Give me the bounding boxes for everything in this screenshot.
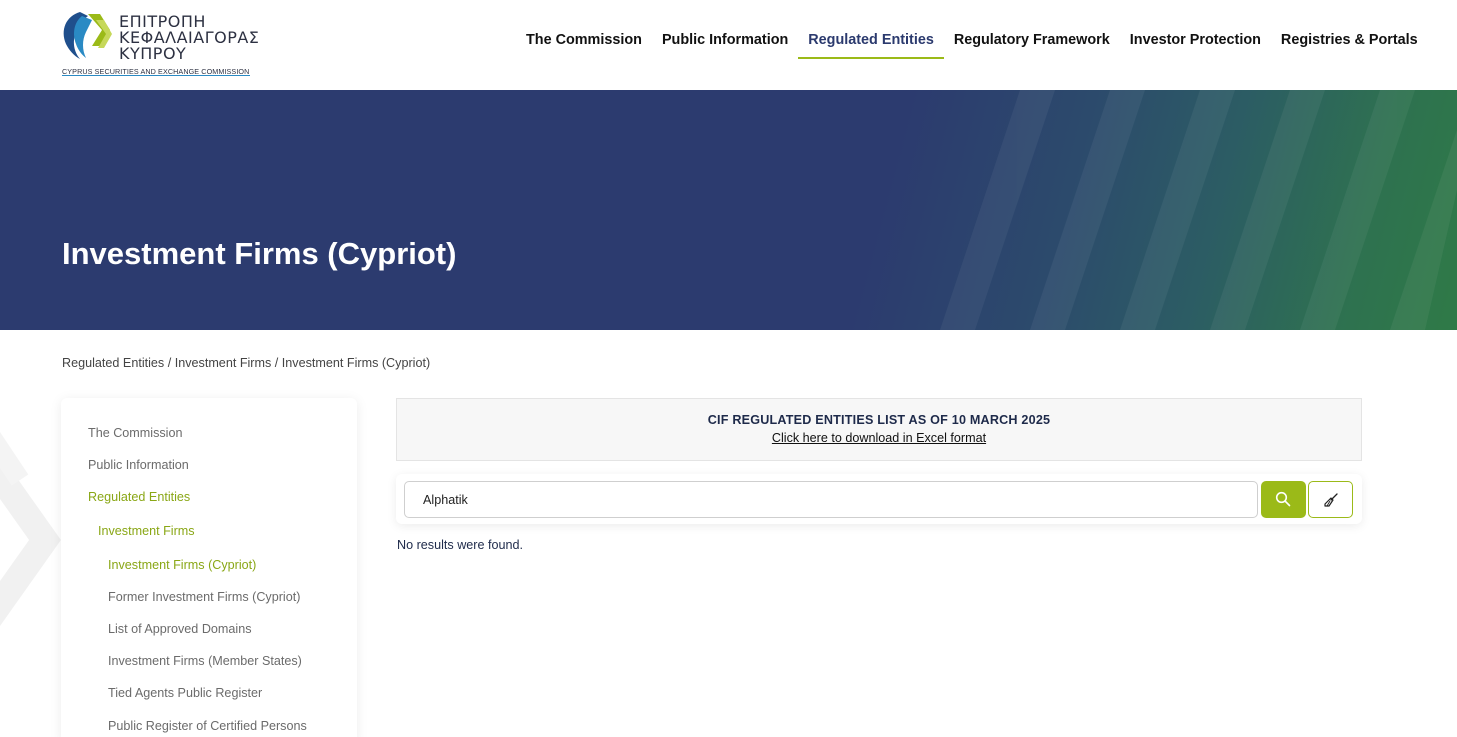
list-info-banner: CIF REGULATED ENTITIES LIST AS OF 10 MAR…	[396, 398, 1362, 461]
logo-underline	[62, 75, 250, 76]
nav-item-investor-protection[interactable]: Investor Protection	[1120, 32, 1271, 58]
breadcrumb: Regulated Entities / Investment Firms / …	[62, 356, 430, 370]
broom-icon	[1324, 493, 1338, 507]
sidebar-item-investment-firms[interactable]: Investment Firms	[98, 524, 195, 538]
cysec-logo[interactable]: ΕΠΙΤΡΟΠΗ ΚΕΦΑΛΑΙΑΓΟΡΑΣ ΚΥΠΡΟΥ CYPRUS SEC…	[60, 8, 259, 80]
nav-item-public-information[interactable]: Public Information	[652, 32, 798, 58]
logo-line-2: ΚΕΦΑΛΑΙΑΓΟΡΑΣ	[119, 28, 260, 47]
breadcrumb-separator: /	[271, 356, 282, 370]
search-icon	[1275, 491, 1291, 507]
search-input[interactable]	[404, 481, 1258, 518]
hero-banner: Investment Firms (Cypriot)	[0, 90, 1457, 330]
nav-item-regulatory-framework[interactable]: Regulatory Framework	[944, 32, 1120, 58]
clear-search-button[interactable]	[1308, 481, 1353, 518]
breadcrumb-item-current: Investment Firms (Cypriot)	[281, 356, 431, 370]
breadcrumb-separator: /	[164, 356, 175, 370]
search-bar	[396, 474, 1362, 524]
breadcrumb-item-investment-firms[interactable]: Investment Firms	[175, 356, 272, 370]
sidebar-item-certified-persons[interactable]: Public Register of Certified Persons	[108, 719, 307, 733]
nav-item-regulated-entities[interactable]: Regulated Entities	[798, 32, 944, 59]
no-results-message: No results were found.	[397, 538, 523, 552]
logo-line-3: ΚΥΠΡΟΥ	[119, 44, 187, 63]
hero-stripes-decoration	[940, 90, 1457, 330]
excel-download-link[interactable]: Click here to download in Excel format	[397, 431, 1361, 445]
breadcrumb-item-regulated-entities[interactable]: Regulated Entities	[62, 356, 164, 370]
sidebar-item-investment-firms-member-states[interactable]: Investment Firms (Member States)	[108, 654, 302, 668]
site-header: ΕΠΙΤΡΟΠΗ ΚΕΦΑΛΑΙΑΓΟΡΑΣ ΚΥΠΡΟΥ CYPRUS SEC…	[0, 0, 1457, 90]
sidebar-item-public-information[interactable]: Public Information	[88, 458, 189, 472]
banner-title: CIF REGULATED ENTITIES LIST AS OF 10 MAR…	[707, 413, 1051, 427]
page-title: Investment Firms (Cypriot)	[62, 236, 457, 271]
main-nav: The Commission Public Information Regula…	[516, 32, 1428, 59]
sidebar-item-regulated-entities[interactable]: Regulated Entities	[88, 490, 190, 504]
logo-line-1: ΕΠΙΤΡΟΠΗ	[119, 12, 206, 31]
logo-emblem-icon	[63, 12, 112, 59]
sidebar-item-tied-agents[interactable]: Tied Agents Public Register	[108, 686, 262, 700]
sidebar-item-the-commission[interactable]: The Commission	[88, 426, 182, 440]
sidebar-nav: The Commission Public Information Regula…	[61, 398, 357, 737]
sidebar-item-investment-firms-cypriot[interactable]: Investment Firms (Cypriot)	[108, 558, 256, 572]
search-button[interactable]	[1261, 481, 1306, 518]
sidebar-item-approved-domains[interactable]: List of Approved Domains	[108, 622, 252, 636]
nav-item-registries-portals[interactable]: Registries & Portals	[1271, 32, 1428, 58]
sidebar-item-former-investment-firms[interactable]: Former Investment Firms (Cypriot)	[108, 590, 300, 604]
nav-item-the-commission[interactable]: The Commission	[516, 32, 652, 58]
background-chevron-decoration	[0, 431, 61, 627]
